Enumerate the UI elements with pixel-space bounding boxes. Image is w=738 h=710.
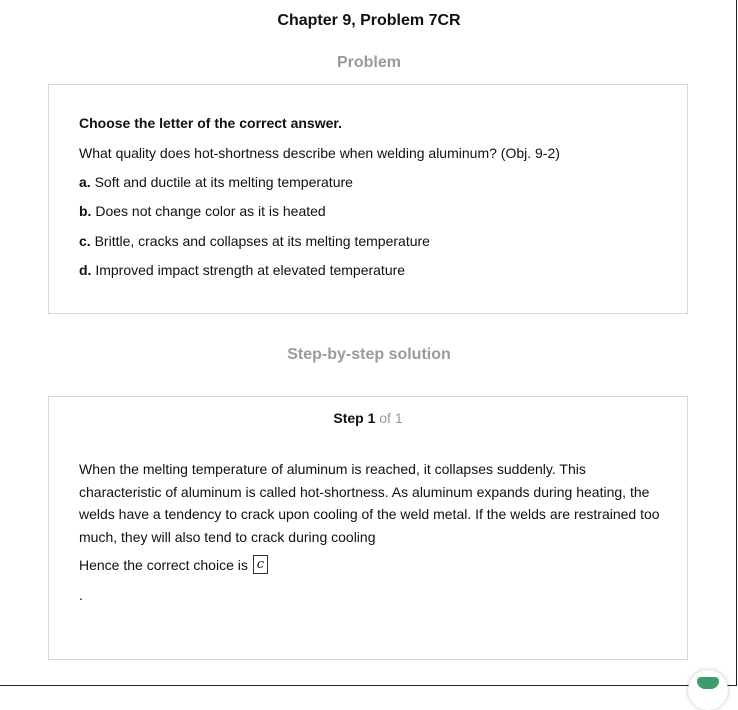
conclusion-text: Hence the correct choice is: [79, 556, 248, 573]
option-text: Does not change color as it is heated: [95, 203, 326, 219]
trailing-period: .: [79, 587, 83, 603]
option-letter: d.: [79, 262, 92, 278]
solution-heading: Step-by-step solution: [287, 346, 451, 363]
option-text: Brittle, cracks and collapses at its mel…: [94, 233, 430, 249]
problem-card: Choose the letter of the correct answer.…: [48, 84, 688, 314]
option-d: d. Improved impact strength at elevated …: [79, 262, 405, 278]
option-c: c. Brittle, cracks and collapses at its …: [79, 233, 430, 249]
problem-heading: Problem: [336, 54, 401, 71]
step-label: Step 1: [333, 410, 376, 426]
option-letter: c.: [79, 233, 91, 249]
option-a: a. Soft and ductile at its melting tempe…: [79, 174, 353, 190]
step-count: of 1: [379, 410, 403, 426]
problem-question: What quality does hot-shortness describe…: [79, 145, 560, 161]
option-letter: b.: [79, 203, 92, 219]
solution-conclusion: Hence the correct choice is c: [79, 555, 268, 574]
solution-card: Step 1 of 1 When the melting temperature…: [48, 396, 688, 660]
option-text: Improved impact strength at elevated tem…: [95, 262, 406, 278]
chat-widget-button[interactable]: [688, 670, 728, 710]
answer-box: c: [252, 555, 268, 574]
option-letter: a.: [79, 174, 91, 190]
chapter-title: Chapter 9, Problem 7CR: [277, 12, 461, 29]
step-header: Step 1 of 1: [49, 410, 687, 426]
option-text: Soft and ductile at its melting temperat…: [94, 174, 353, 190]
solution-explanation: When the melting temperature of aluminum…: [79, 461, 660, 545]
problem-instruction: Choose the letter of the correct answer.: [79, 115, 342, 131]
chat-icon: [697, 677, 719, 689]
option-b: b. Does not change color as it is heated: [79, 203, 326, 219]
